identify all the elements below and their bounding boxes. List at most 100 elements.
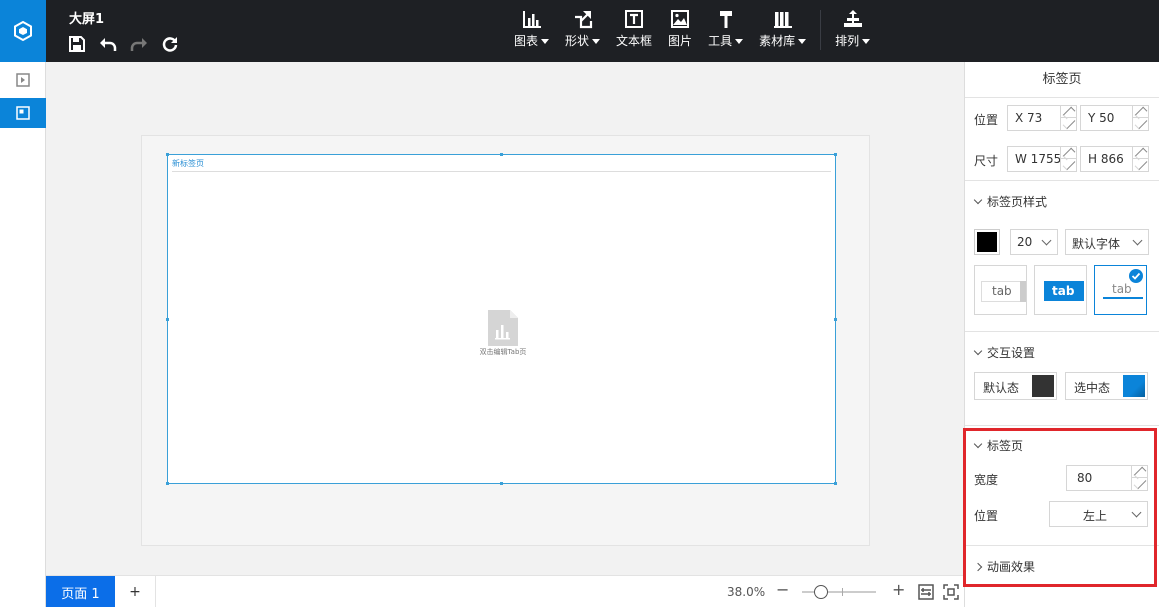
position-label: 位置 bbox=[974, 113, 999, 127]
default-state-label: 默认态 bbox=[983, 381, 1020, 395]
zoom-slider[interactable] bbox=[802, 585, 876, 599]
redo-icon[interactable] bbox=[128, 33, 150, 55]
top-toolbar: 大屏1 图表 形状 文本框 图片 工具 素材库 排列 bbox=[0, 0, 1159, 62]
resize-handle[interactable] bbox=[834, 153, 837, 156]
sidebar-item-layers[interactable] bbox=[0, 65, 46, 95]
size-height-input[interactable]: H 866 bbox=[1080, 146, 1149, 172]
properties-panel: 标签页 位置 X 73 Y 50 尺寸 W 1755 H 866 标签页样式 2… bbox=[964, 62, 1159, 607]
size-width-value: W 1755 bbox=[1015, 152, 1062, 166]
save-icon[interactable] bbox=[66, 33, 88, 55]
resize-handle[interactable] bbox=[166, 482, 169, 485]
increment-icon[interactable] bbox=[1061, 106, 1076, 120]
refresh-icon[interactable] bbox=[159, 33, 181, 55]
tab-title[interactable]: 新标签页 bbox=[172, 158, 204, 169]
tool-textbox-label: 文本框 bbox=[616, 34, 653, 48]
tab-widget[interactable]: 新标签页 双击编辑Tab页 bbox=[166, 153, 837, 485]
size-height-value: H 866 bbox=[1088, 152, 1124, 166]
library-icon bbox=[772, 8, 794, 30]
tab-style-underline bbox=[1103, 297, 1143, 299]
increment-icon[interactable] bbox=[1061, 147, 1076, 161]
divider bbox=[965, 331, 1159, 332]
zoom-out-button[interactable]: − bbox=[776, 580, 789, 599]
increment-icon[interactable] bbox=[1133, 106, 1148, 120]
sidebar-item-properties[interactable] bbox=[0, 98, 46, 128]
fit-screen-icon[interactable] bbox=[943, 584, 959, 600]
zoom-in-button[interactable]: + bbox=[892, 580, 905, 599]
tool-image[interactable]: 图片 bbox=[660, 8, 700, 50]
chevron-down-icon bbox=[973, 195, 983, 205]
resize-handle[interactable] bbox=[166, 318, 169, 321]
resize-handle[interactable] bbox=[834, 482, 837, 485]
tab-page-1[interactable]: 页面 1 bbox=[46, 576, 115, 607]
font-size-value: 20 bbox=[1017, 235, 1033, 249]
bottom-bar: 页面 1 + 38.0% − + bbox=[46, 575, 964, 607]
arrange-icon bbox=[842, 8, 864, 30]
tab-style-option-3[interactable]: tab bbox=[1094, 265, 1147, 315]
section-tab-style-label: 标签页样式 bbox=[987, 195, 1048, 209]
decrement-icon[interactable] bbox=[1133, 157, 1148, 171]
tool-library[interactable]: 素材库 bbox=[751, 8, 814, 50]
section-tab-style[interactable]: 标签页样式 bbox=[973, 193, 1048, 210]
section-interaction[interactable]: 交互设置 bbox=[973, 344, 1035, 361]
increment-icon[interactable] bbox=[1133, 147, 1148, 161]
tool-tools[interactable]: 工具 bbox=[700, 8, 751, 50]
tab-position-select[interactable]: 左上 bbox=[1049, 501, 1148, 527]
font-family-value: 默认字体 bbox=[1072, 237, 1121, 251]
divider bbox=[965, 545, 1159, 546]
chevron-down-icon bbox=[592, 39, 601, 44]
resize-handle[interactable] bbox=[834, 318, 837, 321]
zoom-slider-handle[interactable] bbox=[814, 585, 828, 599]
tab-style-label: tab bbox=[992, 284, 1012, 298]
app-logo[interactable] bbox=[0, 0, 46, 62]
panel-title: 标签页 bbox=[965, 62, 1159, 98]
shape-icon bbox=[572, 8, 594, 30]
tab-width-input[interactable]: 80 bbox=[1066, 465, 1148, 491]
tool-tools-label: 工具 bbox=[708, 34, 733, 48]
size-label: 尺寸 bbox=[974, 154, 999, 168]
default-state-color[interactable]: 默认态 bbox=[974, 372, 1057, 400]
increment-icon[interactable] bbox=[1132, 466, 1147, 480]
tab-style-label: tab bbox=[1052, 284, 1075, 298]
selected-state-swatch bbox=[1123, 375, 1145, 397]
position-x-input[interactable]: X 73 bbox=[1007, 105, 1077, 131]
fit-width-icon[interactable] bbox=[918, 584, 934, 600]
decrement-icon[interactable] bbox=[1133, 116, 1148, 130]
tab-style-option-1[interactable]: tab bbox=[974, 265, 1027, 315]
position-y-input[interactable]: Y 50 bbox=[1080, 105, 1149, 131]
document-title[interactable]: 大屏1 bbox=[69, 8, 104, 27]
textbox-icon bbox=[623, 8, 645, 30]
divider bbox=[965, 180, 1159, 181]
chevron-down-icon bbox=[798, 39, 807, 44]
section-animation-label: 动画效果 bbox=[987, 560, 1036, 574]
tool-arrange[interactable]: 排列 bbox=[827, 8, 878, 50]
tool-arrange-label: 排列 bbox=[835, 34, 860, 48]
tool-chart[interactable]: 图表 bbox=[506, 8, 557, 50]
tool-shape[interactable]: 形状 bbox=[557, 8, 608, 50]
decrement-icon[interactable] bbox=[1132, 476, 1147, 490]
selected-state-label: 选中态 bbox=[1074, 381, 1111, 395]
section-tab[interactable]: 标签页 bbox=[973, 437, 1024, 454]
font-size-select[interactable]: 20 bbox=[1010, 229, 1058, 255]
font-family-select[interactable]: 默认字体 bbox=[1065, 229, 1149, 255]
properties-panel-icon bbox=[16, 106, 30, 120]
position-y-value: Y 50 bbox=[1088, 111, 1115, 125]
resize-handle[interactable] bbox=[500, 482, 503, 485]
resize-handle[interactable] bbox=[500, 153, 503, 156]
decrement-icon[interactable] bbox=[1061, 157, 1076, 171]
font-color-picker[interactable] bbox=[974, 229, 1000, 255]
undo-icon[interactable] bbox=[97, 33, 119, 55]
tab-style-label: tab bbox=[1112, 282, 1132, 296]
add-page-button[interactable]: + bbox=[115, 576, 156, 607]
chevron-down-icon bbox=[1041, 235, 1052, 246]
tab-style-preview-bar bbox=[1020, 281, 1026, 302]
chevron-down-icon bbox=[541, 39, 550, 44]
selected-state-color[interactable]: 选中态 bbox=[1065, 372, 1148, 400]
section-animation[interactable]: 动画效果 bbox=[973, 558, 1036, 575]
size-width-input[interactable]: W 1755 bbox=[1007, 146, 1077, 172]
section-tab-label: 标签页 bbox=[987, 439, 1024, 453]
zoom-value: 38.0% bbox=[727, 585, 766, 599]
decrement-icon[interactable] bbox=[1061, 116, 1076, 130]
tool-textbox[interactable]: 文本框 bbox=[608, 8, 660, 50]
resize-handle[interactable] bbox=[166, 153, 169, 156]
tab-style-option-2[interactable]: tab bbox=[1034, 265, 1087, 315]
